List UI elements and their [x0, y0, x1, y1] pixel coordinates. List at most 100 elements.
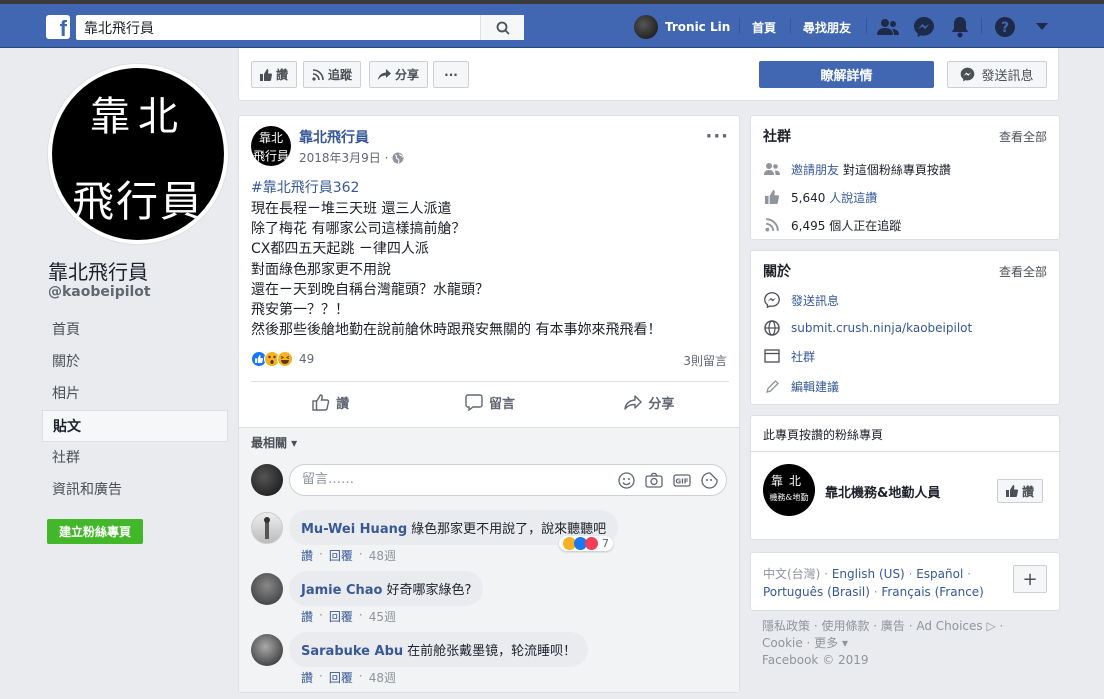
comment-author[interactable]: Mu-Wei Huang [301, 522, 407, 537]
sidebar-item-photos[interactable]: 相片 [42, 378, 228, 410]
about-category-link[interactable]: 社群 [791, 348, 815, 365]
nav-find-friends-link[interactable]: 尋找朋友 [803, 19, 851, 36]
search-icon [496, 21, 510, 35]
comment-reply-link[interactable]: 回覆 [329, 547, 353, 564]
comment-bubble-icon [465, 393, 483, 411]
commenter-avatar[interactable] [251, 634, 283, 666]
liked-page-avatar[interactable]: 靠北 機務&地勤 [763, 464, 815, 516]
comment-time[interactable]: 45週 [369, 608, 396, 625]
comment-like-link[interactable]: 讚 [301, 547, 313, 564]
comment-reply-link[interactable]: 回覆 [329, 669, 353, 686]
nav-home-link[interactable]: 首頁 [752, 19, 776, 36]
send-message-button[interactable]: 發送訊息 [947, 61, 1047, 88]
emoji-icon[interactable] [618, 472, 635, 489]
comment-like-link[interactable]: 讚 [301, 608, 313, 625]
post-body-text: 現在長程ㄧ堆三天班 還三人派遣 除了梅花 有哪家公司這樣搞前艙？ CX都四五天起… [251, 201, 662, 339]
profile-link[interactable]: Tronic Lin [634, 14, 730, 40]
notifications-bell-icon[interactable] [948, 15, 972, 39]
sidebar-item-info-and-ads[interactable]: 資訊和廣告 [42, 474, 228, 506]
comment-time[interactable]: 48週 [369, 547, 396, 564]
friend-requests-icon[interactable] [876, 15, 900, 39]
messenger-icon [961, 67, 975, 82]
create-page-button[interactable]: 建立粉絲專頁 [47, 519, 143, 544]
like-label: 讚 [1021, 484, 1034, 499]
divider [251, 381, 729, 382]
page-title[interactable]: 靠北飛行員 [48, 256, 148, 285]
account-menu-chevron-down-icon[interactable] [1030, 15, 1054, 39]
about-send-message-link[interactable]: 發送訊息 [791, 292, 839, 309]
post-action-row: 讚 留言 分享 [251, 386, 729, 418]
footer-links[interactable]: Cookie · 更多 ▾ [762, 635, 1052, 652]
language-link[interactable]: English (US) [832, 567, 905, 581]
about-edit-row: 編輯建議 [763, 377, 839, 395]
sidebar-item-community[interactable]: 社群 [42, 442, 228, 474]
send-message-label: 發送訊息 [981, 69, 1034, 84]
follow-page-button[interactable]: 追蹤 [303, 61, 362, 88]
post-options-icon[interactable]: ··· [705, 126, 729, 147]
search-input[interactable] [76, 15, 476, 40]
learn-more-button[interactable]: 瞭解詳情 [759, 61, 934, 88]
gif-icon[interactable]: GIF [673, 472, 691, 489]
svg-text:?: ? [1001, 20, 1009, 36]
globe-icon [763, 319, 781, 337]
sidebar-item-home[interactable]: 首頁 [42, 314, 228, 346]
more-options-button[interactable]: ··· [433, 61, 469, 88]
top-navigation-bar: f Tronic Lin 首頁 尋找朋友 ? [0, 0, 1104, 48]
add-language-button[interactable]: + [1013, 565, 1047, 593]
liked-page-name[interactable]: 靠北機務&地勤人員 [825, 482, 940, 501]
comment-time[interactable]: 48週 [369, 669, 396, 686]
copyright: Facebook © 2019 [762, 653, 869, 667]
likes-people-link[interactable]: 人說這讚 [829, 191, 877, 205]
commenter-avatar[interactable] [251, 512, 283, 544]
footer-links[interactable]: 隱私政策 · 使用條款 · 廣告 · Ad Choices ▷ · [762, 618, 1052, 635]
share-arrow-icon [624, 394, 643, 410]
comment-text: 好奇哪家綠色? [386, 583, 472, 598]
share-post-button[interactable]: 分享 [570, 386, 729, 418]
comment-text: 綠色那家更不用說了，說來聽聽吧 [411, 522, 607, 537]
post-author-name[interactable]: 靠北飛行員 [299, 127, 369, 147]
language-link[interactable]: Français (France) [881, 585, 984, 599]
page-handle[interactable]: @kaobeipilot [48, 284, 151, 300]
page-profile-picture[interactable]: 靠北 飛行員 [47, 63, 229, 245]
sidebar-item-about[interactable]: 關於 [42, 346, 228, 378]
about-see-all-link[interactable]: 查看全部 [999, 263, 1047, 280]
like-page-button[interactable]: 讚 [251, 61, 298, 88]
language-link[interactable]: Português (Brasil) [763, 585, 870, 599]
facebook-logo-icon[interactable]: f [46, 15, 70, 41]
post-reactions-summary[interactable]: 49 [251, 351, 314, 367]
comment-sort-dropdown[interactable]: 最相關 ▾ [251, 434, 297, 451]
commenter-avatar[interactable] [251, 573, 283, 605]
comment-like-link[interactable]: 讚 [301, 669, 313, 686]
comment-reactions[interactable]: 7 [559, 536, 613, 551]
follows-text: 個人正在追蹤 [829, 218, 902, 233]
user-name: Tronic Lin [665, 20, 731, 34]
comment-reply-link[interactable]: 回覆 [329, 608, 353, 625]
language-link[interactable]: Español [916, 567, 963, 581]
composer-icons: GIF [618, 472, 718, 489]
share-page-button[interactable]: 分享 [369, 61, 429, 88]
messenger-icon[interactable] [912, 15, 936, 39]
comment-author[interactable]: Jamie Chao [301, 583, 382, 598]
thumbs-up-outline-icon [312, 393, 330, 411]
help-icon[interactable]: ? [993, 15, 1017, 39]
comment-item: Jamie Chao 好奇哪家綠色? 讚 · 回覆 · 45週 [251, 571, 729, 631]
liked-page-like-button[interactable]: 讚 [996, 479, 1043, 503]
sticker-icon[interactable] [701, 472, 718, 489]
search-button[interactable] [480, 15, 524, 40]
sidebar-item-posts[interactable]: 貼文 [42, 410, 228, 442]
like-post-button[interactable]: 讚 [251, 386, 410, 418]
community-see-all-link[interactable]: 查看全部 [999, 128, 1047, 145]
thumbs-up-icon [763, 188, 781, 206]
post-hashtag[interactable]: #靠北飛行員362 [251, 177, 359, 197]
comment-author[interactable]: Sarabuke Abu [301, 644, 403, 659]
about-website-link[interactable]: submit.crush.ninja/kaobeipilot [791, 321, 972, 335]
reaction-count: 49 [299, 352, 315, 366]
camera-icon[interactable] [645, 472, 663, 489]
post-author-avatar[interactable]: 靠北 飛行員 [251, 126, 291, 166]
comment-input[interactable]: 留言…… GIF [289, 464, 727, 496]
post-timestamp[interactable]: 2018年3月9日 · [299, 149, 404, 166]
about-edit-suggestions-link[interactable]: 編輯建議 [791, 378, 839, 395]
comment-count-link[interactable]: 3則留言 [683, 352, 727, 369]
comment-post-button[interactable]: 留言 [410, 386, 569, 418]
invite-friends-link[interactable]: 邀請朋友 [791, 163, 839, 177]
